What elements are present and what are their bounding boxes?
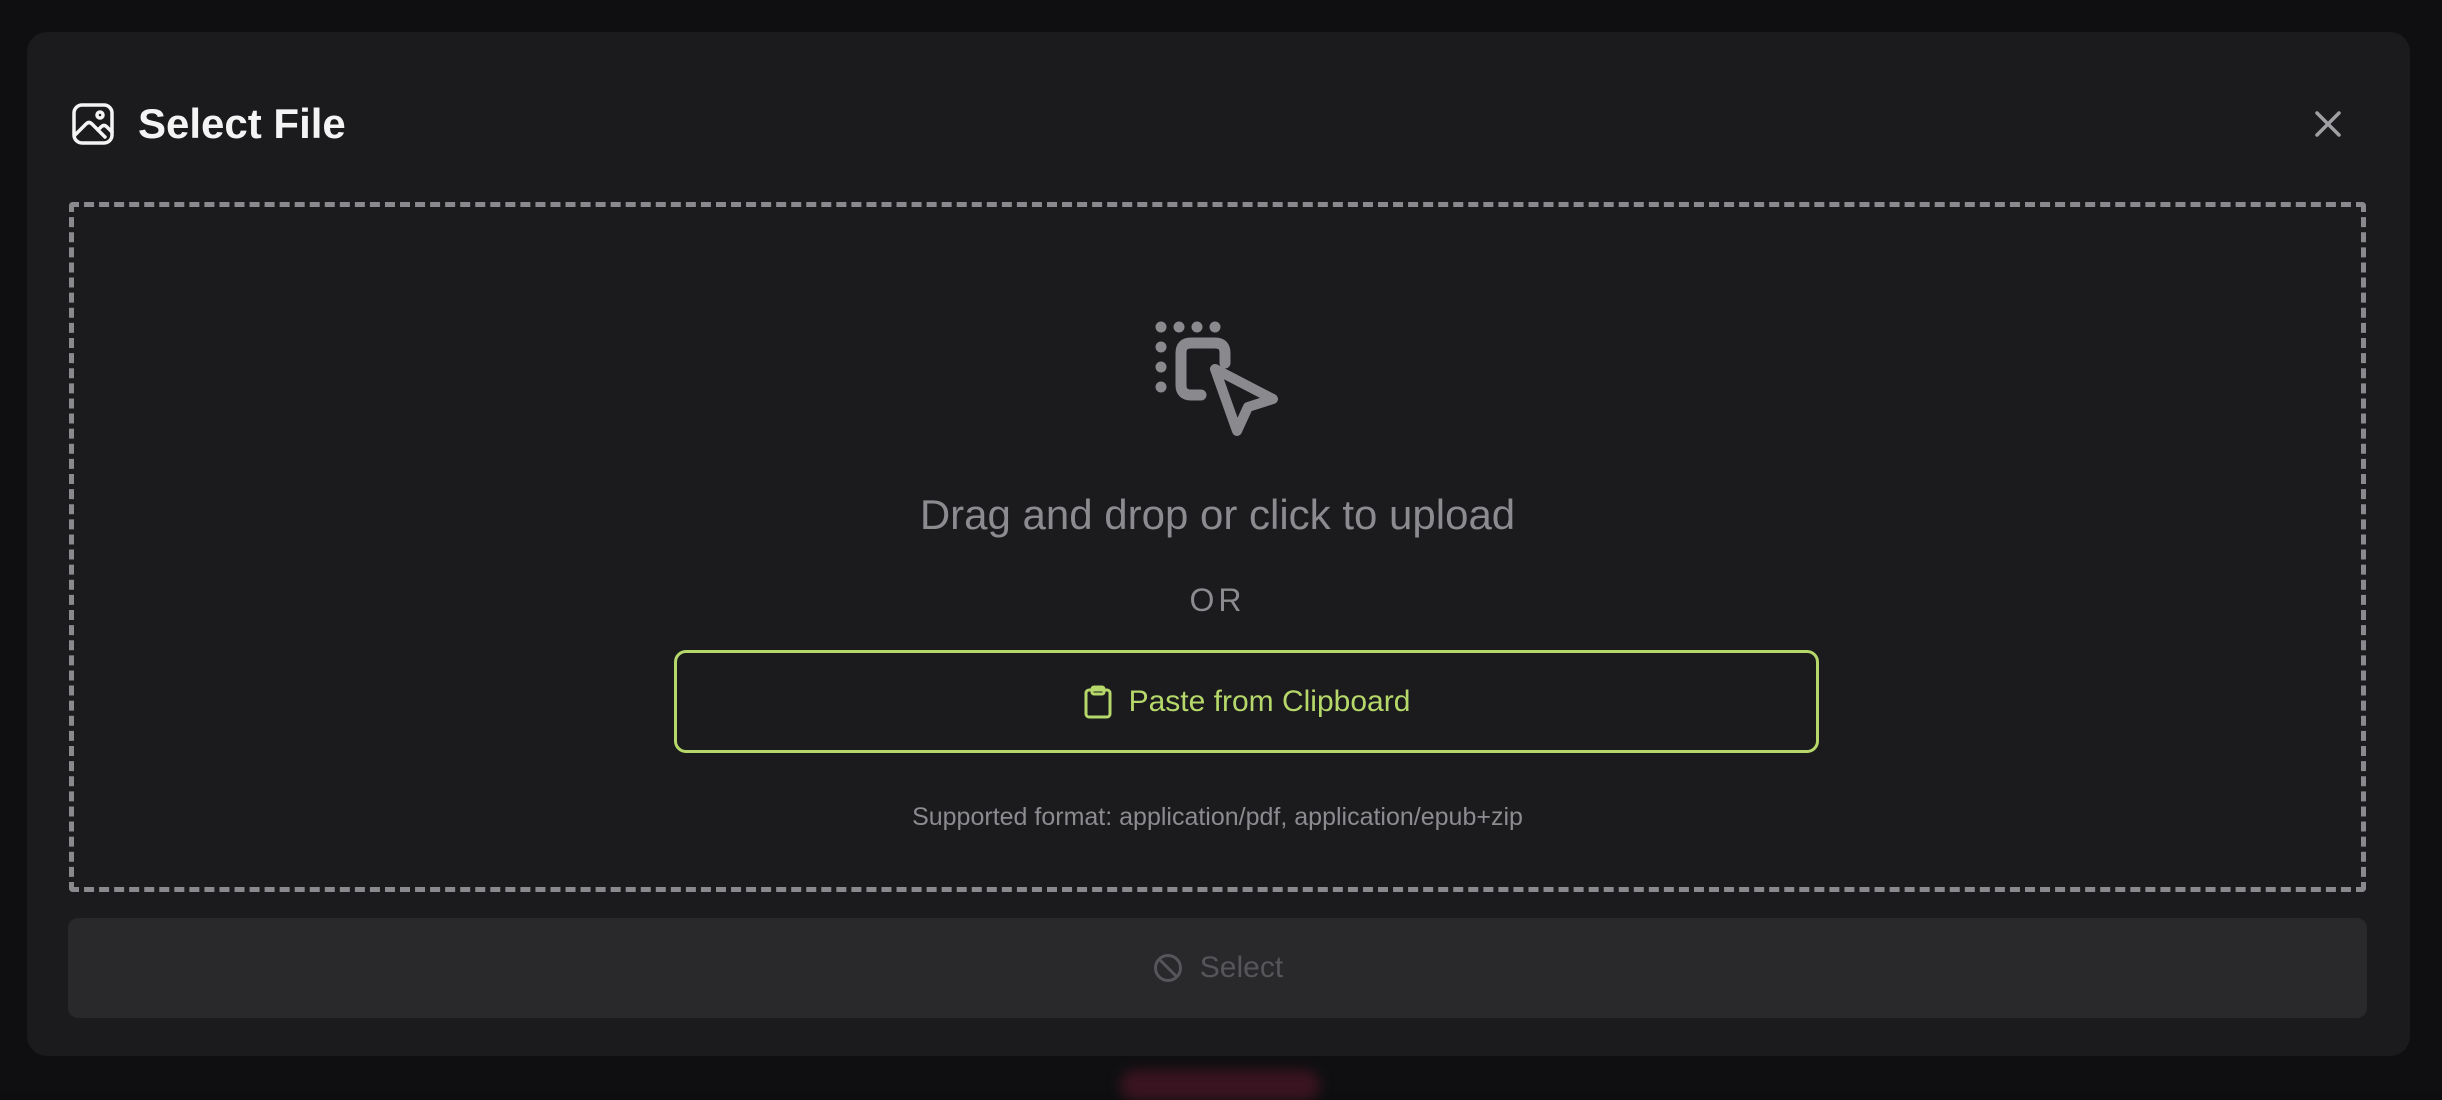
clipboard-icon [1083, 685, 1113, 719]
close-button[interactable] [2308, 104, 2348, 144]
close-icon [2308, 131, 2348, 148]
background-content [1120, 1070, 1320, 1100]
select-file-dialog: Select File [27, 32, 2410, 1056]
file-dropzone[interactable]: Drag and drop or click to upload OR Past… [69, 202, 2366, 892]
drag-drop-icon [1153, 319, 1283, 449]
dropzone-instruction: Drag and drop or click to upload [74, 491, 2361, 539]
or-separator: OR [74, 582, 2361, 619]
dialog-header: Select File [27, 32, 2410, 182]
image-icon [71, 102, 115, 146]
select-button[interactable]: Select [68, 918, 2367, 1018]
ban-icon [1152, 952, 1184, 984]
select-button-label: Select [1200, 951, 1283, 985]
paste-button-label: Paste from Clipboard [1129, 685, 1411, 719]
supported-formats-text: Supported format: application/pdf, appli… [74, 803, 2361, 832]
dialog-title: Select File [138, 98, 346, 150]
paste-from-clipboard-button[interactable]: Paste from Clipboard [674, 650, 1819, 753]
